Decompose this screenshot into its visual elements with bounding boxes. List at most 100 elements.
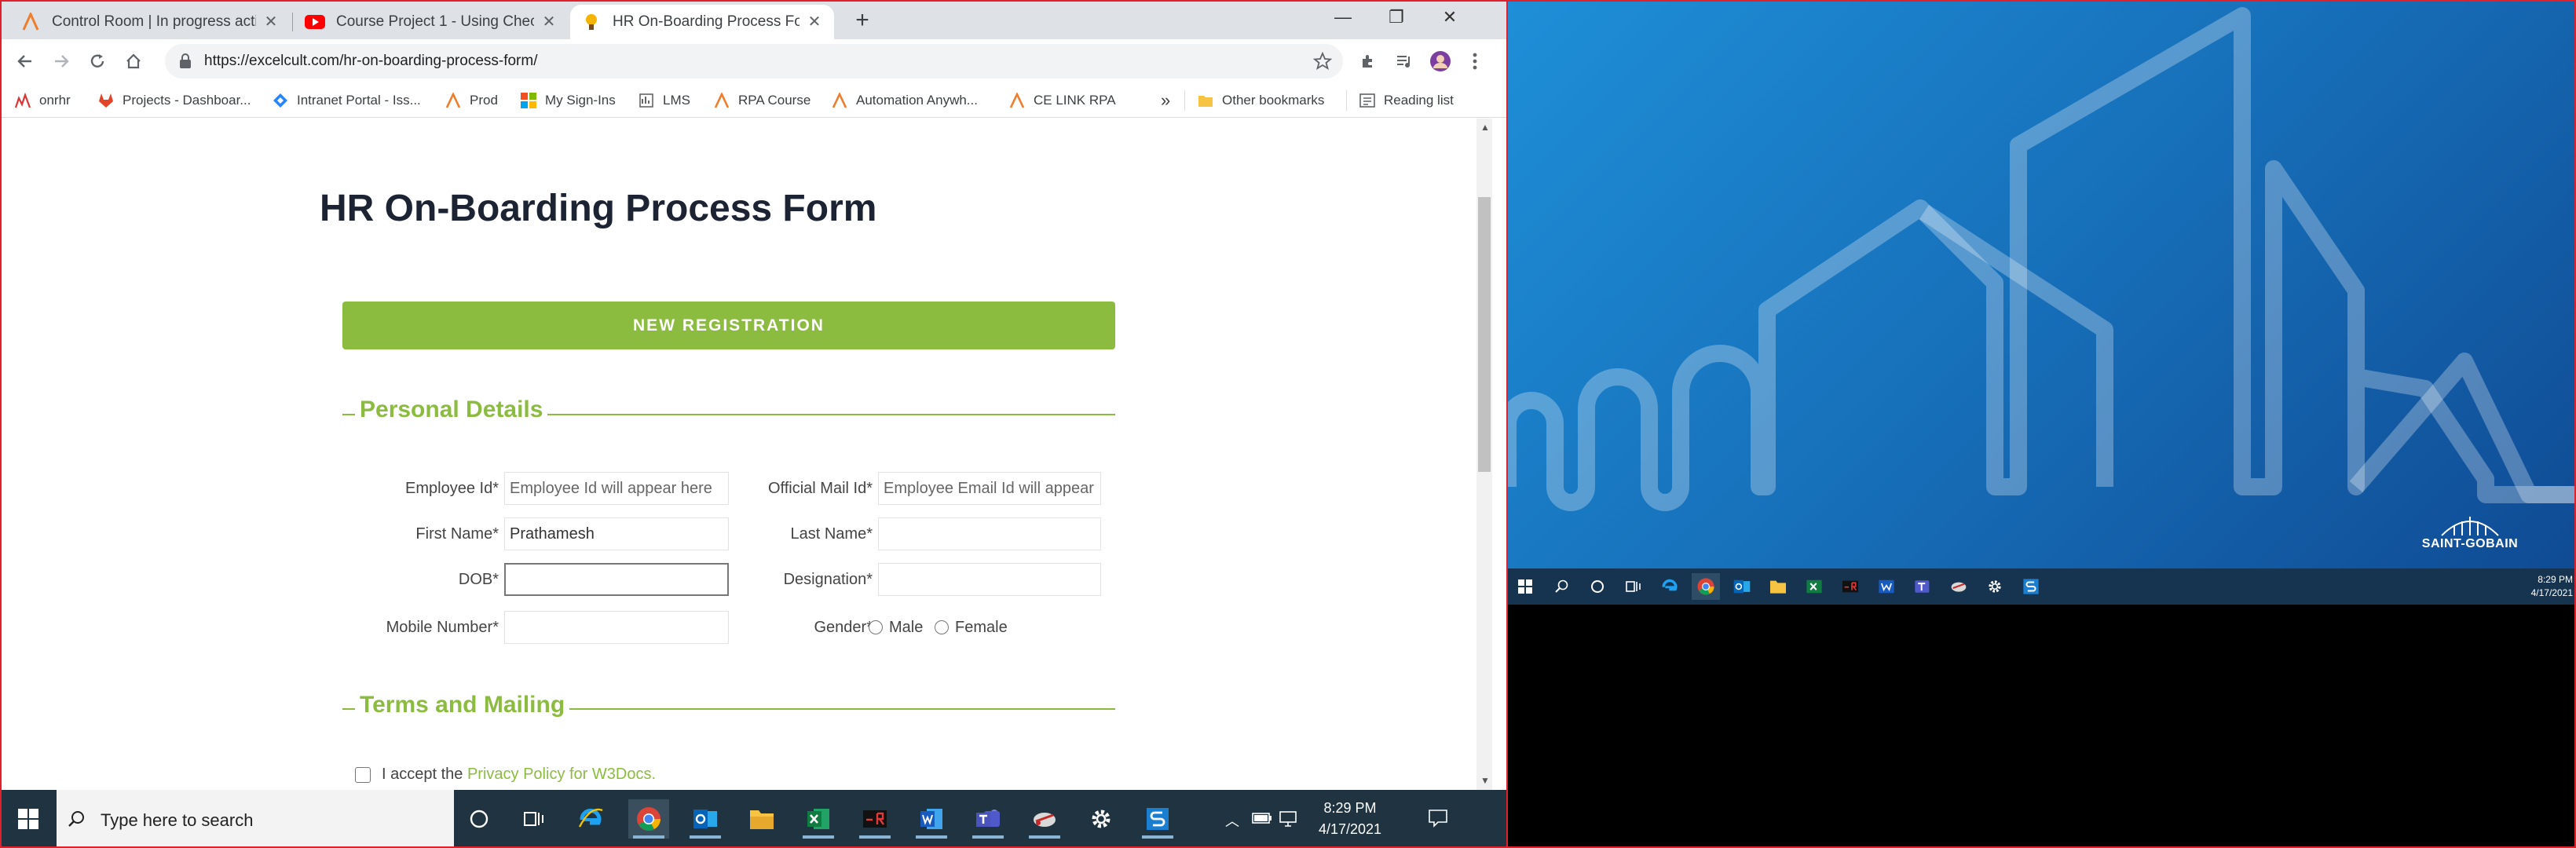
task-view-icon[interactable] xyxy=(1619,573,1648,600)
scrollbar-thumb[interactable] xyxy=(1478,197,1491,472)
file-explorer-icon[interactable] xyxy=(1764,573,1792,600)
new-registration-button[interactable]: NEW REGISTRATION xyxy=(342,302,1115,349)
close-icon[interactable]: ✕ xyxy=(262,13,280,31)
folder-icon xyxy=(1197,92,1214,109)
internet-explorer-icon[interactable] xyxy=(1656,573,1684,600)
terms-and-mailing-heading: Terms and Mailing xyxy=(355,692,570,718)
automation-anywhere-bot-icon[interactable] xyxy=(1836,573,1864,600)
settings-icon[interactable] xyxy=(1081,799,1122,839)
restore-button[interactable]: ❐ xyxy=(1373,0,1420,35)
app-s-icon[interactable] xyxy=(1137,799,1178,839)
chrome-icon[interactable] xyxy=(628,799,669,839)
designation-input[interactable] xyxy=(878,563,1101,596)
chrome-icon[interactable] xyxy=(1692,573,1720,600)
web-page: HR On-Boarding Process Form NEW REGISTRA… xyxy=(0,119,1476,790)
word-icon[interactable] xyxy=(1872,573,1901,600)
bookmarks-overflow-button[interactable]: » xyxy=(1161,90,1170,111)
gender-male-radio[interactable] xyxy=(869,620,883,634)
bookmark-my-sign-ins[interactable]: My Sign-Ins xyxy=(520,90,616,111)
bookmark-onrhr[interactable]: onrhr xyxy=(14,90,71,111)
taskbar-clock[interactable]: 8:29 PM 4/17/2021 xyxy=(1310,798,1390,840)
bookmark-automation-anywhere[interactable]: Automation Anywh... xyxy=(831,90,978,111)
start-button[interactable] xyxy=(1511,573,1539,600)
outlook-icon[interactable] xyxy=(685,799,726,839)
mobile-number-input[interactable] xyxy=(504,611,729,644)
close-icon[interactable]: ✕ xyxy=(540,13,558,31)
show-hidden-icons-icon[interactable]: ︿ xyxy=(1225,810,1239,831)
cortana-icon[interactable] xyxy=(1583,573,1612,600)
first-name-input[interactable] xyxy=(504,517,729,550)
internet-explorer-icon[interactable] xyxy=(570,799,611,839)
right-screen: SAINT-GOBAIN 8:29 PM 4/17/2021 xyxy=(1508,0,2576,848)
close-icon[interactable]: ✕ xyxy=(806,13,823,31)
scroll-up-icon[interactable]: ▲ xyxy=(1480,122,1490,133)
bookmark-label: Projects - Dashboar... xyxy=(123,93,251,108)
bookmarks-bar: onrhr Projects - Dashboar... Intranet Po… xyxy=(0,83,1508,118)
close-window-button[interactable]: ✕ xyxy=(1426,0,1473,35)
battery-icon[interactable] xyxy=(1252,812,1272,824)
bookmark-other[interactable]: Other bookmarks xyxy=(1197,90,1324,111)
bookmark-divider xyxy=(1346,90,1347,111)
tab-course-project[interactable]: Course Project 1 - Using Check A ✕ xyxy=(294,5,569,39)
accept-checkbox[interactable] xyxy=(355,767,371,783)
secondary-clock[interactable]: 8:29 PM 4/17/2021 xyxy=(2519,573,2573,600)
frame-border xyxy=(0,0,1508,2)
teams-icon[interactable] xyxy=(968,799,1008,839)
bookmark-prod[interactable]: Prod xyxy=(445,90,498,111)
gender-label: Gender* xyxy=(814,619,873,636)
dob-input[interactable] xyxy=(504,563,729,596)
back-icon[interactable] xyxy=(11,47,39,75)
automation-anywhere-icon xyxy=(1008,92,1026,109)
privacy-policy-link[interactable]: Privacy Policy for W3Docs. xyxy=(467,766,656,783)
extensions-icon[interactable] xyxy=(1354,47,1382,75)
bookmark-label: Prod xyxy=(470,93,498,108)
snipping-tool-icon[interactable] xyxy=(1945,573,1973,600)
forward-icon[interactable] xyxy=(47,47,75,75)
start-button[interactable] xyxy=(8,799,49,839)
bookmark-intranet[interactable]: Intranet Portal - Iss... xyxy=(272,90,421,111)
new-tab-button[interactable]: + xyxy=(848,6,876,35)
notification-icon[interactable] xyxy=(1428,809,1448,828)
excel-icon[interactable] xyxy=(1800,573,1828,600)
home-icon[interactable] xyxy=(119,47,148,75)
reload-icon[interactable] xyxy=(83,47,112,75)
excel-icon[interactable] xyxy=(798,799,839,839)
star-icon[interactable] xyxy=(1313,52,1332,71)
bookmark-projects[interactable]: Projects - Dashboar... xyxy=(97,90,251,111)
bookmark-ce-link-rpa[interactable]: CE LINK RPA xyxy=(1008,90,1116,111)
snipping-tool-icon[interactable] xyxy=(1024,799,1065,839)
word-icon[interactable] xyxy=(911,799,952,839)
bookmark-label: LMS xyxy=(663,93,690,108)
media-icon[interactable] xyxy=(1390,47,1418,75)
search-icon[interactable] xyxy=(1547,573,1575,600)
file-explorer-icon[interactable] xyxy=(741,799,782,839)
employee-id-input[interactable] xyxy=(504,472,729,505)
task-view-icon[interactable] xyxy=(514,799,554,839)
automation-anywhere-bot-icon[interactable] xyxy=(854,799,895,839)
bookmark-rpa-course[interactable]: RPA Course xyxy=(713,90,810,111)
tab-separator xyxy=(292,13,293,31)
minimize-button[interactable]: — xyxy=(1319,0,1367,35)
bookmark-lms[interactable]: LMS xyxy=(638,90,690,111)
official-mail-input[interactable] xyxy=(878,472,1101,505)
cortana-icon[interactable] xyxy=(459,799,499,839)
tab-control-room[interactable]: Control Room | In progress activi ✕ xyxy=(9,5,291,39)
scroll-down-icon[interactable]: ▼ xyxy=(1480,775,1490,786)
teams-icon[interactable] xyxy=(1908,573,1937,600)
gender-female-radio[interactable] xyxy=(935,620,949,634)
outlook-icon[interactable] xyxy=(1728,573,1756,600)
url-text: https://excelcult.com/hr-on-boarding-pro… xyxy=(204,53,538,69)
tab-hr-onboarding[interactable]: HR On-Boarding Process Form - ✕ xyxy=(570,5,834,39)
settings-icon[interactable] xyxy=(1981,573,2009,600)
page-scrollbar[interactable]: ▲ ▼ xyxy=(1476,119,1492,790)
reading-list-button[interactable]: Reading list xyxy=(1359,90,1454,111)
browser-tab-strip: Control Room | In progress activi ✕ Cour… xyxy=(0,0,1508,39)
address-bar[interactable]: https://excelcult.com/hr-on-boarding-pro… xyxy=(165,44,1343,79)
network-icon[interactable] xyxy=(1279,810,1297,828)
last-name-input[interactable] xyxy=(878,517,1101,550)
profile-avatar[interactable] xyxy=(1426,47,1454,75)
automation-anywhere-icon xyxy=(713,92,730,109)
menu-icon[interactable] xyxy=(1461,47,1489,75)
app-s-icon[interactable] xyxy=(2017,573,2045,600)
taskbar-search-box[interactable]: Type here to search xyxy=(57,790,454,848)
